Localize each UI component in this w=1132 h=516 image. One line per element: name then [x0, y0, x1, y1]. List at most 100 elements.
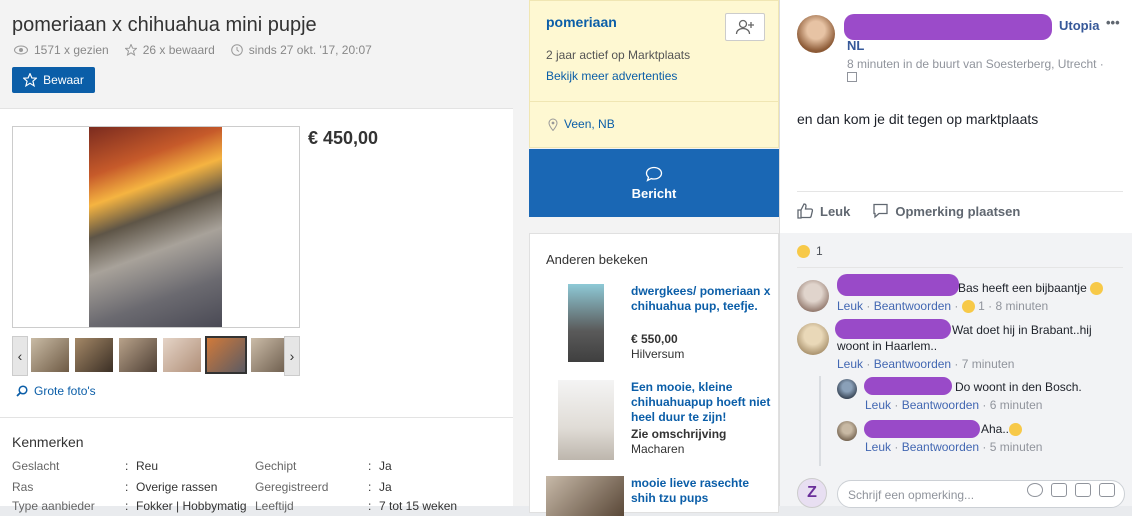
clock-icon [230, 44, 243, 56]
reply-thread-line [819, 376, 821, 466]
kenmerk-value: Ja [379, 480, 392, 494]
kenmerk-sep: : [368, 499, 372, 513]
comment-like-link[interactable]: Leuk [837, 299, 863, 313]
comment-reply-link[interactable]: Beantwoorden [874, 299, 951, 313]
since-stat: sinds 27 okt. '17, 20:07 [230, 43, 372, 57]
comment-text: Do woont in den Bosch. [955, 380, 1082, 394]
more-options-button[interactable]: ••• [1106, 15, 1120, 30]
kenmerk-sep: : [125, 480, 129, 494]
like-button[interactable]: Leuk [797, 203, 850, 219]
redacted-name [864, 420, 980, 438]
kenmerk-label: Leeftijd [255, 499, 294, 513]
haha-emoji-icon [961, 300, 975, 314]
comment-time[interactable]: 5 minuten [990, 440, 1043, 454]
follow-seller-button[interactable] [725, 13, 765, 41]
column-gap [513, 0, 529, 506]
comment-time[interactable]: 6 minuten [990, 398, 1043, 412]
comment-reply-link[interactable]: Beantwoorden [902, 398, 979, 412]
kenmerk-value: 7 tot 15 weken [379, 499, 458, 513]
saved-stat: 26 x bewaard [124, 43, 215, 57]
user-avatar-icon[interactable]: Z [797, 478, 827, 508]
comment-reply-link[interactable]: Beantwoorden [902, 440, 979, 454]
star-icon [23, 73, 38, 87]
star-icon [124, 44, 137, 56]
avatar[interactable] [797, 15, 835, 53]
kenmerk-sep: : [125, 459, 129, 473]
thumb-prev-button[interactable]: ‹ [12, 336, 28, 376]
redacted-name [837, 274, 959, 296]
group-name[interactable]: Utopia [1059, 18, 1099, 33]
group-name-suffix[interactable]: NL [847, 38, 864, 53]
comment-button[interactable]: Opmerking plaatsen [872, 203, 1020, 219]
ad-title[interactable]: Een mooie, kleine chihuahuapup hoeft nie… [631, 380, 776, 425]
listing-header: pomeriaan x chihuahua mini pupje 1571 x … [0, 0, 513, 109]
ad-location: Hilversum [631, 347, 685, 361]
thumb-next-button[interactable]: › [284, 336, 300, 376]
reaction-summary[interactable]: 1 [797, 244, 823, 258]
eye-icon [14, 45, 28, 55]
thumbnail[interactable] [31, 338, 69, 372]
kenmerk-label: Ras [12, 480, 34, 494]
comment-time[interactable]: 7 minuten [962, 357, 1015, 371]
thumbnail-selected[interactable] [205, 336, 247, 374]
emoji-icon[interactable] [1027, 483, 1043, 497]
thumbs-up-icon [797, 203, 814, 219]
views-stat: 1571 x gezien [14, 43, 109, 57]
thumbnail[interactable] [75, 338, 113, 372]
comment-like-link[interactable]: Leuk [865, 440, 891, 454]
divider [797, 191, 1123, 192]
post-text: en dan kom je dit tegen op marktplaats [797, 111, 1039, 127]
avatar[interactable] [797, 280, 829, 312]
seller-name[interactable]: pomeriaan [546, 14, 617, 30]
kenmerk-label: Gechipt [255, 459, 297, 473]
avatar[interactable] [837, 421, 857, 441]
comment-like-link[interactable]: Leuk [837, 357, 863, 371]
divider [530, 101, 780, 102]
save-label: Bewaar [43, 73, 84, 87]
avatar[interactable] [837, 379, 857, 399]
ad-title[interactable]: dwergkees/ pomeriaan x chihuahua pup, te… [631, 284, 776, 314]
kenmerk-value: Overige rassen [136, 480, 218, 494]
comment-reaction-count: 1 [978, 299, 985, 313]
others-viewed-title: Anderen bekeken [546, 252, 648, 267]
facebook-post-panel: Utopia ••• NL 8 minuten in de buurt van … [779, 0, 1132, 508]
tongue-emoji-icon [1090, 282, 1104, 296]
gif-icon[interactable] [1075, 483, 1091, 497]
kenmerk-sep: : [368, 459, 372, 473]
suggested-ad[interactable]: dwergkees/ pomeriaan x chihuahua pup, te… [546, 284, 776, 369]
comment-composer: Z Schrijf een opmerking... [797, 476, 1125, 508]
others-viewed-card: Anderen bekeken dwergkees/ pomeriaan x c… [529, 233, 779, 516]
more-ads-link[interactable]: Bekijk meer advertenties [546, 69, 677, 83]
camera-icon[interactable] [1051, 483, 1067, 497]
thumbnail[interactable] [119, 338, 157, 372]
haha-emoji-icon [797, 244, 810, 258]
thumbnail[interactable] [163, 338, 201, 372]
kenmerk-label: Type aanbieder [12, 499, 95, 513]
suggested-ad[interactable]: Een mooie, kleine chihuahuapup hoeft nie… [546, 380, 776, 465]
comment-like-link[interactable]: Leuk [865, 398, 891, 412]
comment-time[interactable]: 8 minuten [995, 299, 1048, 313]
comment-text: Aha.. [981, 421, 1023, 437]
ad-title[interactable]: mooie lieve rasechte shih tzu pups [631, 476, 776, 506]
kenmerk-sep: : [368, 480, 372, 494]
add-user-icon [735, 19, 754, 35]
redacted-name [864, 377, 952, 395]
comment-actions: Leuk · Beantwoorden · 7 minuten [837, 357, 1015, 371]
message-label: Bericht [631, 185, 677, 201]
large-photos-label: Grote foto's [34, 384, 96, 398]
listing-panel: pomeriaan x chihuahua mini pupje 1571 x … [0, 0, 513, 513]
comment-actions: Leuk · Beantwoorden · 1 · 8 minuten [837, 299, 1049, 314]
comment-reply-link[interactable]: Beantwoorden [874, 357, 951, 371]
sticker-icon[interactable] [1099, 483, 1115, 497]
message-button[interactable]: Bericht [529, 149, 779, 217]
kenmerk-label: Geslacht [12, 459, 60, 473]
large-photos-link[interactable]: Grote foto's [16, 384, 96, 398]
main-photo[interactable] [12, 126, 300, 328]
comment-actions: Leuk · Beantwoorden · 6 minuten [865, 398, 1043, 412]
kenmerk-value: Fokker | Hobbymatig [136, 499, 247, 513]
save-button[interactable]: Bewaar [12, 67, 95, 93]
comment-body: Bas heeft een bijbaantje [958, 281, 1087, 295]
avatar[interactable] [797, 323, 829, 355]
suggested-ad[interactable]: mooie lieve rasechte shih tzu pups [546, 476, 776, 516]
privacy-icon[interactable] [847, 72, 857, 82]
